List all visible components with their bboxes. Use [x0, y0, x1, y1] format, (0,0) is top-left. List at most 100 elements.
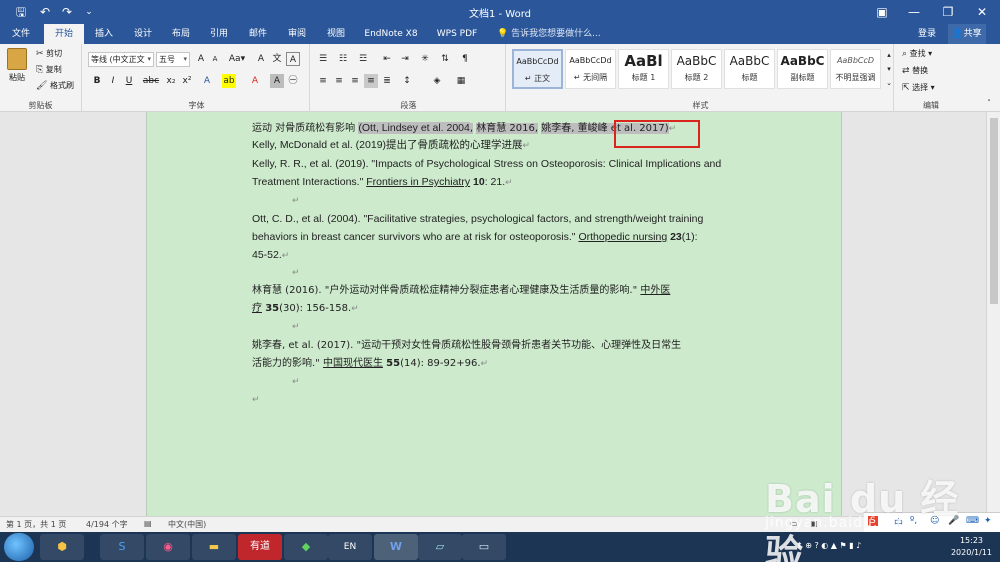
tab-file[interactable]: 文件 [0, 24, 42, 44]
chinese-layout-icon[interactable]: ✳ [418, 52, 432, 66]
subscript-icon[interactable]: x₂ [164, 74, 178, 88]
reference-3-line-1: 林育慧 (2016). "户外运动对伴骨质疏松症精神分裂症患者心理健康及生活质量… [252, 283, 670, 299]
align-left-icon[interactable]: ≡ [316, 74, 330, 88]
tab-mailings[interactable]: 邮件 [238, 24, 278, 44]
strikethrough-icon[interactable]: abc [142, 74, 160, 88]
tab-insert[interactable]: 插入 [84, 24, 124, 44]
close-button[interactable]: ✕ [966, 0, 998, 24]
increase-indent-icon[interactable]: ⇥ [398, 52, 412, 66]
language-indicator[interactable]: 中文(中国) [168, 519, 206, 530]
word-count[interactable]: 4/194 个字 [86, 519, 128, 530]
distributed-icon[interactable]: ≣ [380, 74, 394, 88]
decrease-indent-icon[interactable]: ⇤ [380, 52, 394, 66]
align-right-icon[interactable]: ≡ [348, 74, 362, 88]
tab-endnote[interactable]: EndNote X8 [356, 24, 426, 44]
taskbar-app-icon[interactable]: ▭ [462, 534, 506, 560]
change-case-icon[interactable]: Aa▾ [226, 52, 248, 66]
notepad-icon: ▱ [435, 540, 445, 553]
select-button[interactable]: ⇱ 选择 ▾ [902, 82, 935, 93]
numbering-icon[interactable]: ☷ [336, 52, 350, 66]
font-group: 等线 (中文正文 ▾ 五号 ▾ A A Aa▾ A 文 A B I U abc x₂… [84, 44, 310, 112]
line-spacing-icon[interactable]: ↕ [400, 74, 414, 88]
tell-me-box[interactable]: 💡 告诉我您想要做什么... [497, 24, 601, 44]
proofing-icon[interactable]: ▤ [144, 519, 152, 528]
style-no-spacing[interactable]: AaBbCcDd ↵ 无间隔 [565, 49, 616, 89]
font-size-value: 五号 [159, 55, 175, 64]
font-name-combo[interactable]: 等线 (中文正文 ▾ [88, 52, 154, 67]
style-subtle-emphasis[interactable]: AaBbCcD 不明显强调 [830, 49, 881, 89]
taskbar-app-icon[interactable]: ▬ [192, 534, 236, 560]
taskbar-app-icon[interactable]: S [100, 534, 144, 560]
highlight-icon[interactable]: ab [222, 74, 236, 88]
text-effects-icon[interactable]: A [200, 74, 214, 88]
superscript-icon[interactable]: x² [180, 74, 194, 88]
char-shading-icon[interactable]: A [270, 74, 284, 88]
shading-icon[interactable]: ◈ [430, 74, 444, 88]
text-run: 活能力的影响." [252, 358, 323, 369]
tab-references[interactable]: 引用 [200, 24, 238, 44]
format-painter-button[interactable]: 🖌 格式刷 [36, 80, 74, 91]
char-border-icon[interactable]: A [286, 52, 300, 66]
style-heading-1[interactable]: AaBl 标题 1 [618, 49, 669, 89]
share-button[interactable]: 👤共享 [948, 24, 986, 44]
tab-view[interactable]: 视图 [316, 24, 356, 44]
bullets-icon[interactable]: ☰ [316, 52, 330, 66]
taskbar-app-icon[interactable]: EN [328, 534, 372, 560]
tab-home[interactable]: 开始 [44, 24, 84, 44]
tab-design[interactable]: 设计 [124, 24, 162, 44]
collapse-ribbon-icon[interactable]: ˄ [982, 96, 996, 110]
replace-button[interactable]: ⇄ 替换 [902, 65, 928, 76]
taskbar-youdao[interactable]: 有道 [238, 534, 282, 560]
login-link[interactable]: 登录 [918, 24, 936, 44]
minimize-button[interactable]: — [898, 0, 930, 24]
reference-3-line-2: 疗 35(30): 156-158.↵ [252, 301, 359, 317]
taskbar-app-icon[interactable]: ⬢ [40, 534, 84, 560]
show-marks-icon[interactable]: ¶ [458, 52, 472, 66]
restore-button[interactable]: ❐ [932, 0, 964, 24]
ribbon-display-icon[interactable]: ▣ [866, 0, 898, 24]
word-icon: W [389, 540, 403, 553]
more-styles-icon[interactable]: ⌄ [882, 76, 896, 90]
style-subtitle[interactable]: AaBbC 副标题 [777, 49, 828, 89]
document-page[interactable]: 运动 对骨质疏松有影响 (Ott, Lindsey et al. 2004, 林… [146, 112, 842, 516]
paragraph-mark: ↵ [351, 304, 359, 314]
find-button[interactable]: ⌕ 查找 ▾ [902, 48, 932, 59]
bold-icon[interactable]: B [90, 74, 104, 88]
taskbar-app-icon[interactable]: ▱ [418, 534, 462, 560]
reference-4-line-1: 姚李春, et al. (2017). "运动干预对女性骨质疏松性股骨颈骨折患者… [252, 338, 681, 354]
chevron-up-icon[interactable]: ▴ [882, 48, 896, 62]
grow-font-icon[interactable]: A [194, 52, 208, 66]
chevron-down-icon[interactable]: ▾ [882, 62, 896, 76]
tell-me-text: 告诉我您想要做什么... [511, 29, 601, 39]
underline-icon[interactable]: U [122, 74, 136, 88]
style-normal[interactable]: AaBbCcDd ↵ 正文 [512, 49, 563, 89]
multilevel-list-icon[interactable]: ☲ [356, 52, 370, 66]
align-center-icon[interactable]: ≡ [332, 74, 346, 88]
style-heading-2[interactable]: AaBbC 标题 2 [671, 49, 722, 89]
scrollbar-thumb[interactable] [990, 118, 998, 304]
italic-icon[interactable]: I [106, 74, 120, 88]
start-button[interactable] [4, 533, 34, 561]
tab-review[interactable]: 审阅 [278, 24, 316, 44]
tab-layout[interactable]: 布局 [162, 24, 200, 44]
sort-icon[interactable]: ⇅ [438, 52, 452, 66]
font-color-icon[interactable]: A [248, 74, 262, 88]
text-run: Ott, C. D., et al. (2004). "Facilitative… [252, 213, 704, 225]
justify-icon[interactable]: ≡ [364, 74, 378, 88]
cut-button[interactable]: ✂ 剪切 [36, 48, 62, 59]
taskbar-app-icon[interactable]: ◉ [146, 534, 190, 560]
tab-wpspdf[interactable]: WPS PDF [428, 24, 486, 44]
paste-button[interactable]: 粘贴 [6, 48, 28, 83]
taskbar-app-icon[interactable]: ◆ [284, 534, 328, 560]
shrink-font-icon[interactable]: A [208, 52, 222, 66]
borders-icon[interactable]: ▦ [454, 74, 468, 88]
font-size-combo[interactable]: 五号 ▾ [156, 52, 190, 67]
pinyin-guide-icon[interactable]: 文 [270, 52, 284, 66]
style-title[interactable]: AaBbC 标题 [724, 49, 775, 89]
enclose-char-icon[interactable]: ㊀ [286, 74, 300, 88]
copy-button[interactable]: ⎘ 复制 [36, 64, 62, 75]
taskbar-word[interactable]: W [374, 534, 418, 560]
paragraph-mark: ↵ [505, 177, 513, 187]
page-count[interactable]: 第 1 页，共 1 页 [6, 519, 66, 530]
clear-format-icon[interactable]: A [254, 52, 268, 66]
